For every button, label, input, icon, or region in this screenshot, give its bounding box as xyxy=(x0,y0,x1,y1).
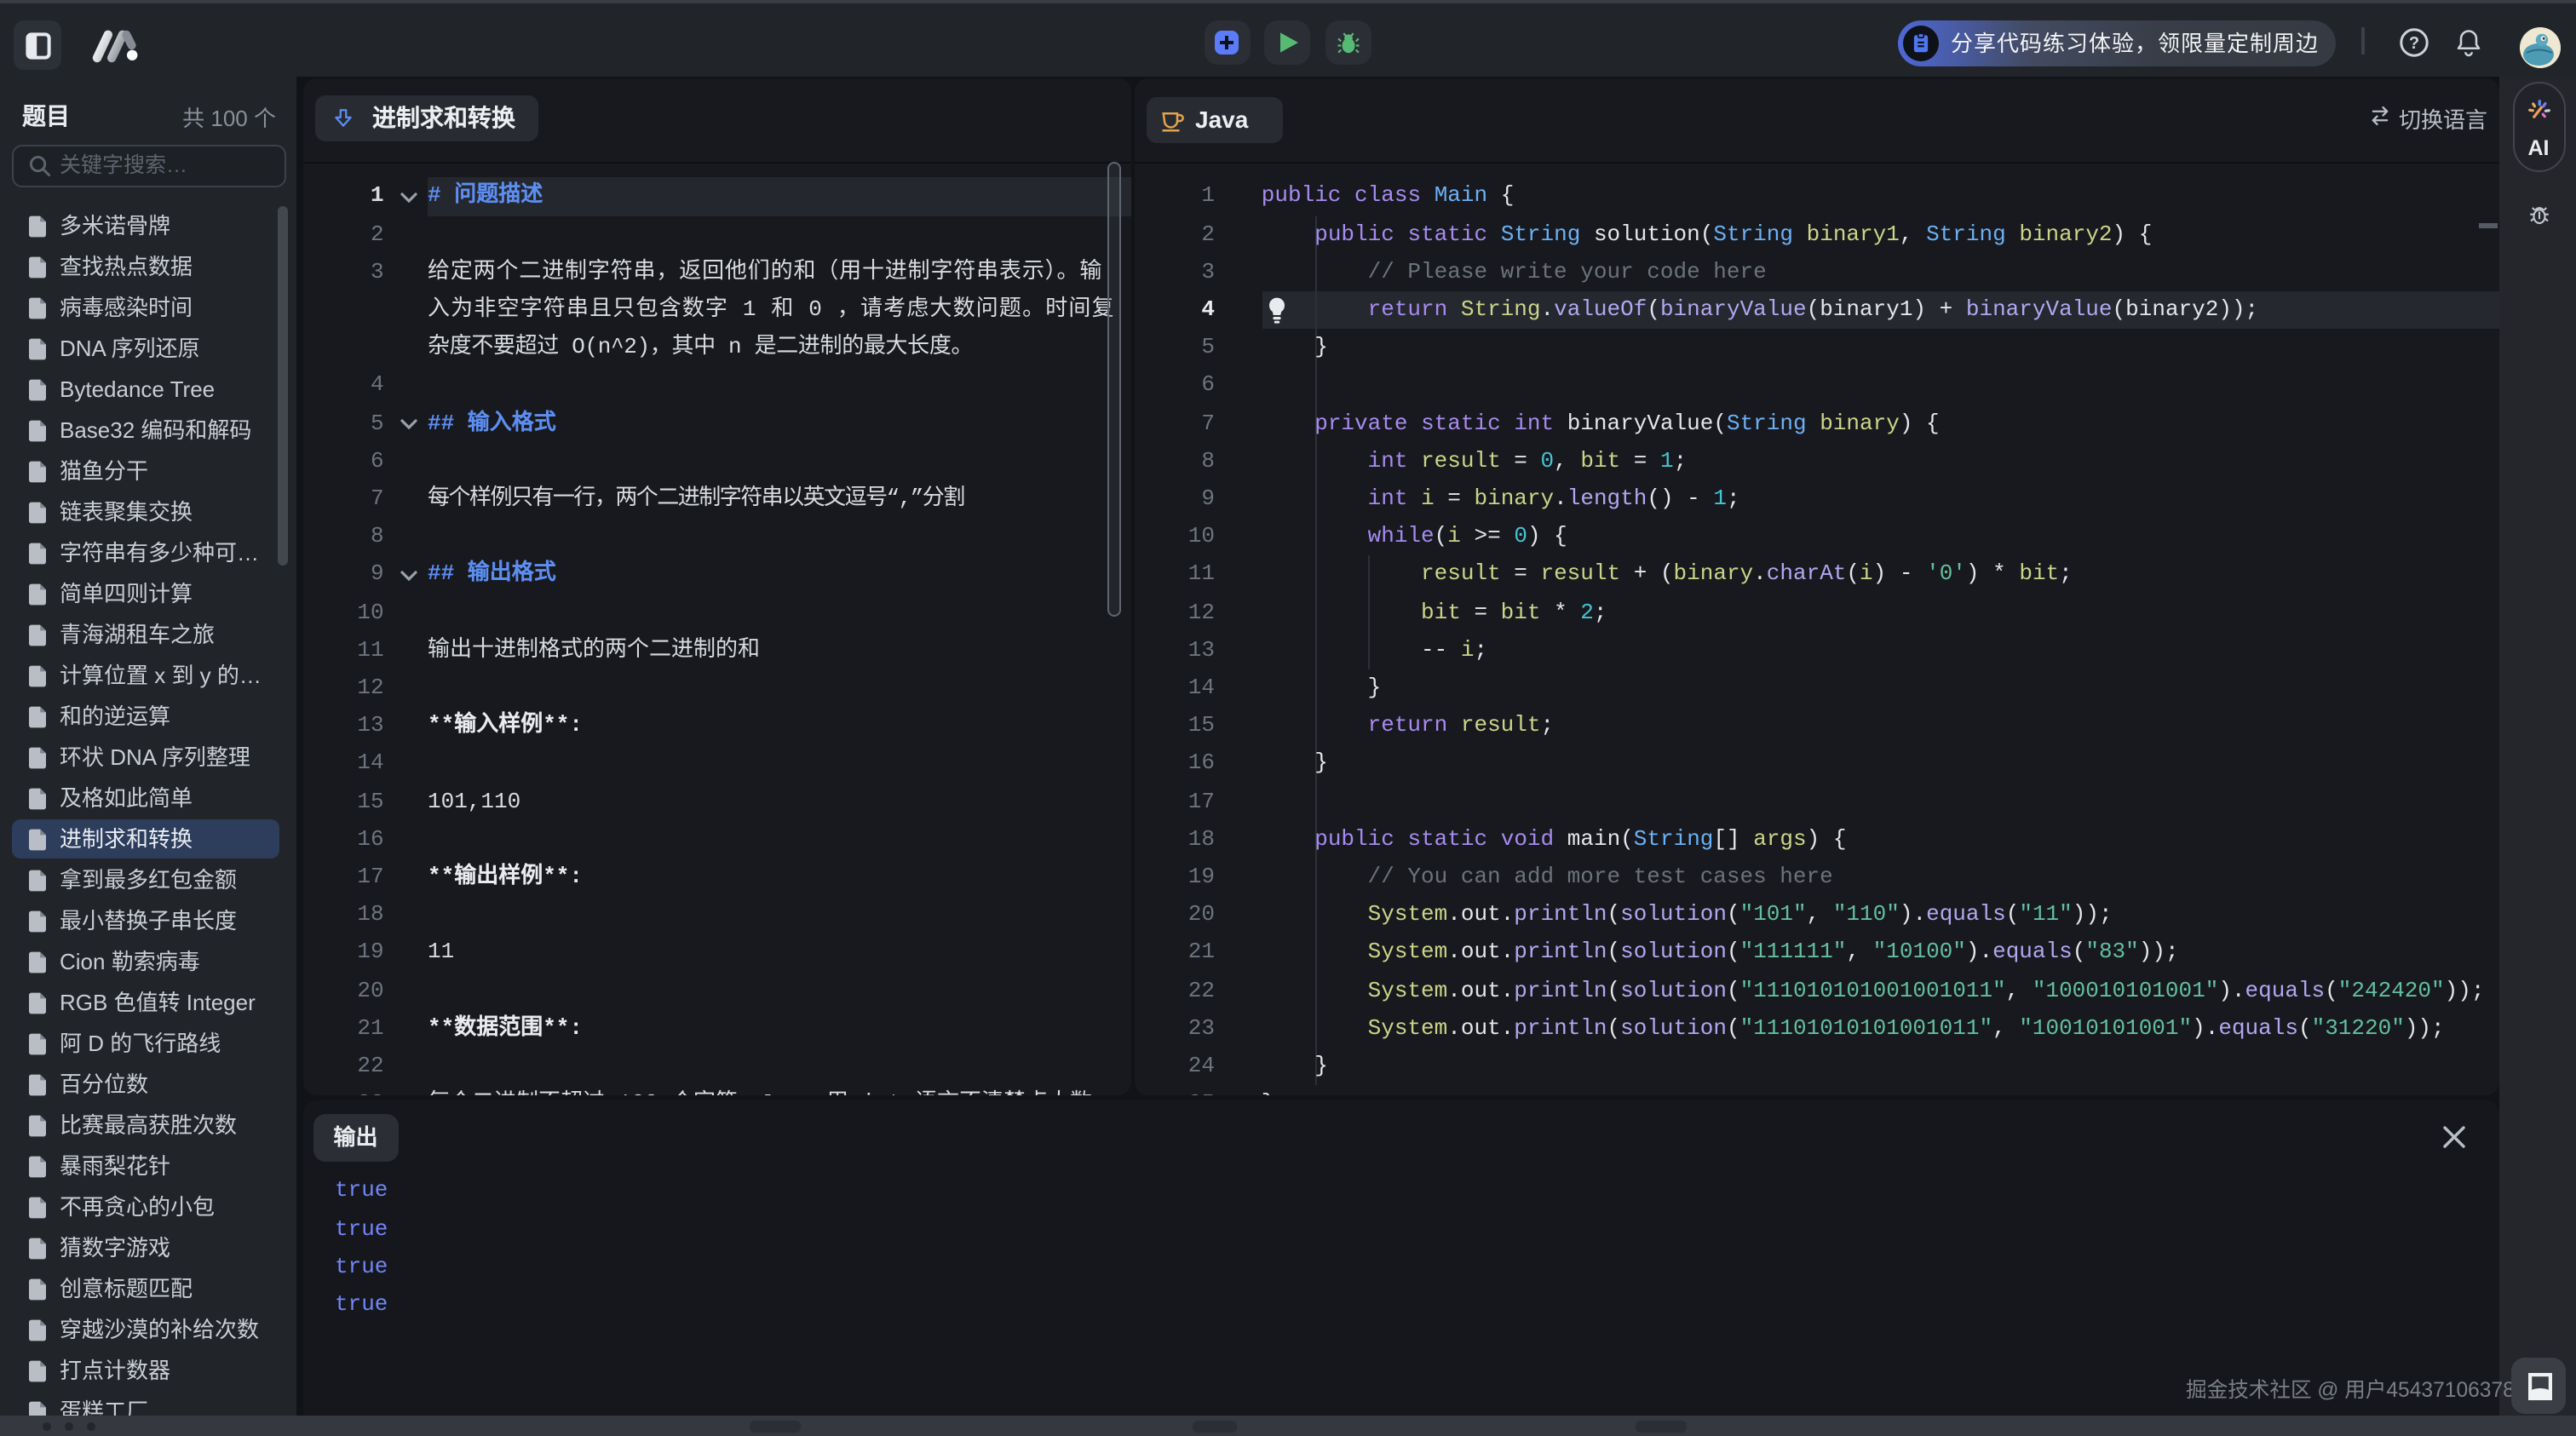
svg-text:?: ? xyxy=(2409,33,2419,52)
